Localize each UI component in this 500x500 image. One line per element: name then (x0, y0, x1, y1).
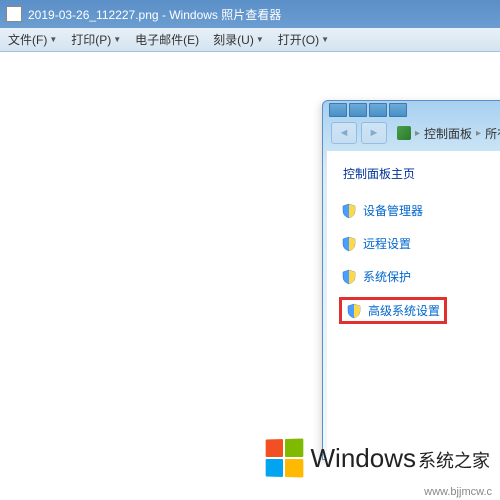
logo-text: Windows 系统之家 (311, 443, 490, 474)
thumb (369, 103, 387, 117)
breadcrumb-item[interactable]: 控制面板 (424, 125, 472, 142)
footer-bar: Windows 系统之家 (0, 428, 500, 488)
menu-burn[interactable]: 刻录(U) ▼ (213, 31, 264, 48)
menubar: 文件(F) ▼ 打印(P) ▼ 电子邮件(E) 刻录(U) ▼ 打开(O) ▼ (0, 28, 500, 52)
control-panel-window: ◄ ► ▸ 控制面板 ▸ 所有 控制面板主页 (322, 100, 500, 460)
control-panel-icon (397, 126, 411, 140)
link-system-protection[interactable]: 系统保护 (339, 264, 500, 289)
thumb (389, 103, 407, 117)
arrow-left-icon: ◄ (339, 127, 350, 139)
link-device-manager[interactable]: 设备管理器 (339, 198, 500, 223)
logo-main: Windows (311, 443, 416, 474)
inner-toolbar: ◄ ► ▸ 控制面板 ▸ 所有 (323, 119, 500, 147)
watermark-text: www.bjjmcw.c (424, 486, 492, 498)
shield-icon (341, 269, 357, 285)
logo-sub: 系统之家 (418, 447, 490, 473)
link-label: 系统保护 (363, 268, 411, 285)
shield-icon (341, 203, 357, 219)
window-title: 2019-03-26_112227.png - Windows 照片查看器 (28, 6, 281, 23)
highlighted-link: 高级系统设置 (339, 297, 447, 324)
nav-back-button[interactable]: ◄ (331, 122, 357, 144)
windows-logo-icon (265, 438, 303, 477)
link-remote-settings[interactable]: 远程设置 (339, 231, 500, 256)
control-panel-body: 控制面板主页 设备管理器 远程设置 (327, 151, 500, 471)
app-icon: 🖼 (6, 6, 22, 22)
shield-icon (346, 303, 362, 319)
link-label: 远程设置 (363, 235, 411, 252)
arrow-right-icon: ► (369, 127, 380, 139)
nav-forward-button[interactable]: ► (361, 122, 387, 144)
chevron-right-icon: ▸ (415, 128, 420, 139)
menu-print[interactable]: 打印(P) ▼ (71, 31, 121, 48)
chevron-right-icon: ▸ (476, 128, 481, 139)
thumb (329, 103, 347, 117)
link-label: 设备管理器 (363, 202, 423, 219)
thumbnail-row (323, 101, 500, 119)
outer-titlebar: 🖼 2019-03-26_112227.png - Windows 照片查看器 (0, 0, 500, 28)
menu-file[interactable]: 文件(F) ▼ (8, 31, 57, 48)
logo-section: Windows 系统之家 (265, 439, 490, 477)
menu-open[interactable]: 打开(O) ▼ (278, 31, 329, 48)
link-advanced-system-settings[interactable]: 高级系统设置 (368, 302, 440, 319)
thumb (349, 103, 367, 117)
breadcrumb: ▸ 控制面板 ▸ 所有 (397, 125, 500, 142)
cp-home-title: 控制面板主页 (343, 165, 500, 182)
shield-icon (341, 236, 357, 252)
menu-email[interactable]: 电子邮件(E) (135, 31, 199, 48)
viewer-content: ◄ ► ▸ 控制面板 ▸ 所有 控制面板主页 (0, 52, 500, 500)
photo-viewer-window: 🖼 2019-03-26_112227.png - Windows 照片查看器 … (0, 0, 500, 500)
breadcrumb-item[interactable]: 所有 (485, 125, 500, 142)
